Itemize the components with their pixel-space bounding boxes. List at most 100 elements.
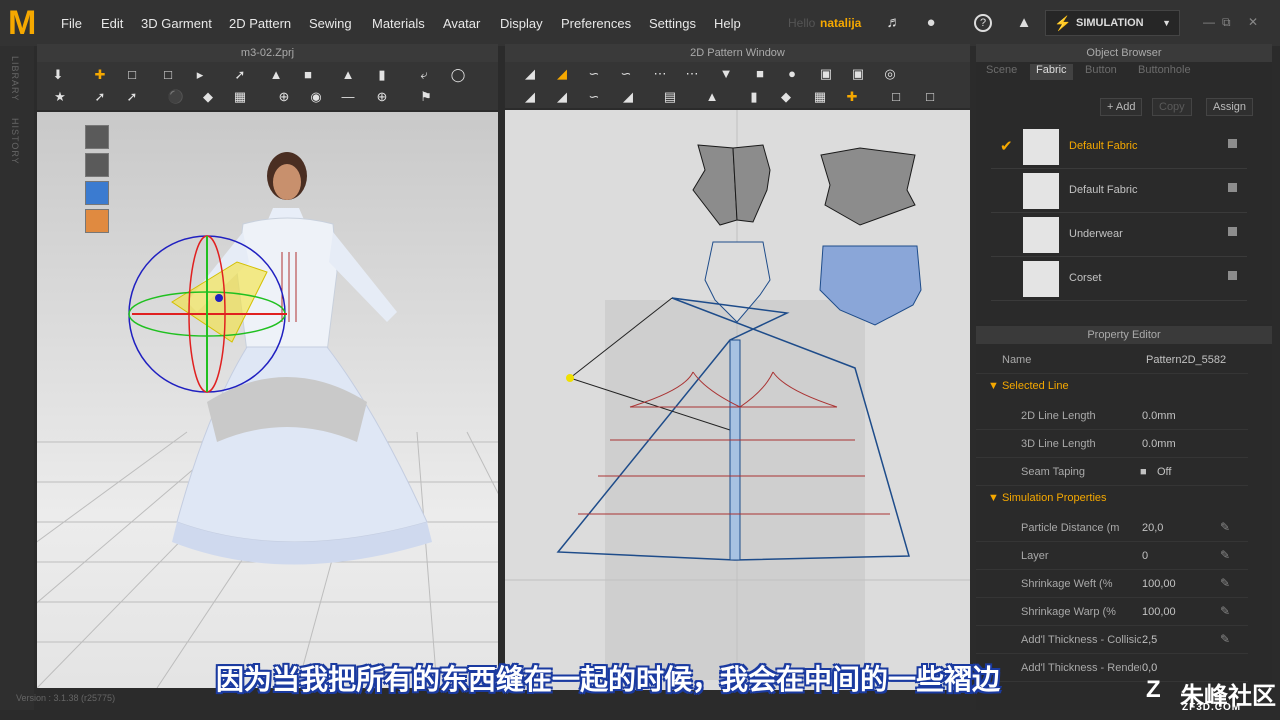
chevron-down-icon[interactable]: ▼ [1162,11,1171,35]
polygon-icon[interactable]: ▼ [717,65,735,83]
select-box-icon[interactable]: □ [123,66,141,84]
pin-icon[interactable]: ➚ [91,88,109,106]
gizmo-center[interactable] [215,294,223,302]
fabric-item[interactable]: Default Fabric [991,169,1247,213]
help-icon[interactable]: ? [974,14,992,32]
internal-polygon-icon[interactable]: ▣ [817,65,835,83]
zoom-box-icon[interactable]: □ [887,88,905,106]
selected-point[interactable] [566,374,574,382]
3d-viewport[interactable] [37,112,498,688]
user-icon[interactable]: ● [922,14,940,32]
assign-button[interactable]: Assign [1206,98,1254,116]
ruler-icon[interactable]: ➚ [123,88,141,106]
menu-3d-garment[interactable]: 3D Garment [141,16,212,31]
menu-avatar[interactable]: Avatar [443,16,480,31]
name-value[interactable]: Pattern2D_5582 [1146,354,1226,366]
tab-scene[interactable]: Scene [986,64,1017,80]
dart-icon[interactable]: ◢ [553,88,571,106]
brush-icon[interactable]: ▲ [267,66,285,84]
edit-icon[interactable]: ✎ [1220,604,1230,618]
property-value[interactable]: 100,00 [1142,606,1176,618]
tshirt-icon[interactable]: ▲ [1015,14,1033,32]
pleat-icon[interactable]: ∽ [585,88,603,106]
simulation-section[interactable]: ▼ Simulation Properties [988,492,1107,504]
fabric-item[interactable]: Corset [991,257,1247,301]
button-icon[interactable]: ◉ [307,88,325,106]
property-value[interactable]: 100,00 [1142,578,1176,590]
curve-point-icon[interactable]: ∽ [617,65,635,83]
simulation-button[interactable]: ⚡ SIMULATION ▼ [1045,10,1180,36]
fold-icon[interactable]: ▸ [191,66,209,84]
free-sewing-icon[interactable]: ▲ [703,88,721,106]
line-icon[interactable]: — [339,88,357,106]
menu-preferences[interactable]: Preferences [561,16,631,31]
edit-curve-icon[interactable]: ∽ [585,65,603,83]
copy-button[interactable]: Copy [1152,98,1192,116]
minimize-icon[interactable]: — [1203,15,1215,29]
tab-fabric[interactable]: Fabric [1030,64,1073,80]
zipper-icon[interactable]: ⊕ [373,88,391,106]
edit-pattern-icon[interactable]: ◢ [553,65,571,83]
button-add-icon[interactable]: ⊕ [275,88,293,106]
flag-icon[interactable]: ⚑ [417,88,435,106]
menu-2d-pattern[interactable]: 2D Pattern [229,16,291,31]
fabric-display-icon[interactable] [85,181,109,205]
segment-sewing-icon[interactable]: ▤ [661,88,679,106]
edit-icon[interactable]: ✎ [1220,576,1230,590]
circle-icon[interactable]: ● [783,65,801,83]
sewing-check-icon[interactable]: ▮ [745,88,763,106]
bodice-front-piece[interactable] [692,144,738,226]
edit-icon[interactable]: ✎ [1220,632,1230,646]
tape-icon[interactable]: ⤶ [415,66,433,84]
ring-icon[interactable]: ◯ [449,66,467,84]
lock-icon[interactable] [1228,227,1237,236]
avatar-display-icon[interactable] [85,209,109,233]
garment-visibility-icon[interactable] [85,125,109,149]
property-value[interactable]: 20,0 [1142,522,1163,534]
grid-icon[interactable]: ▦ [231,88,249,106]
lock-icon[interactable] [1228,139,1237,148]
selected-line-section[interactable]: ▼ Selected Line [988,380,1069,392]
menu-settings[interactable]: Settings [649,16,696,31]
menu-display[interactable]: Display [500,16,543,31]
fit-view-icon[interactable]: □ [921,88,939,106]
tack-icon[interactable]: ⚫ [167,88,185,106]
fabric-item[interactable]: Underwear [991,213,1247,257]
rectangle-icon[interactable]: ■ [751,65,769,83]
history-tab[interactable]: HISTORY [10,118,20,165]
bodice-back-piece[interactable] [820,147,916,226]
menu-edit[interactable]: Edit [101,16,123,31]
tab-button[interactable]: Button [1085,64,1117,80]
lock-icon[interactable] [1228,271,1237,280]
skirt-center-panel[interactable] [729,339,741,561]
menu-materials[interactable]: Materials [372,16,425,31]
library-tab[interactable]: LIBRARY [10,56,20,101]
property-value[interactable]: 0,0 [1142,662,1157,674]
transform-icon[interactable]: □ [159,66,177,84]
pin-line-icon[interactable]: ➚ [231,66,249,84]
internal-circle-icon[interactable]: ◎ [881,65,899,83]
trace-icon[interactable]: ◢ [521,88,539,106]
transform-pattern-icon[interactable]: ◢ [521,65,539,83]
seam-taping-checkbox[interactable]: ■ [1140,466,1147,478]
tab-buttonhole[interactable]: Buttonhole [1138,64,1191,80]
pin-pattern-icon[interactable]: ✚ [843,88,861,106]
garment-icon[interactable]: ▲ [339,66,357,84]
avatar-visibility-icon[interactable] [85,153,109,177]
maximize-icon[interactable]: ⧉ [1222,15,1231,30]
notch-icon[interactable]: ◢ [619,88,637,106]
stitch-icon[interactable]: ◆ [199,88,217,106]
stitch-pattern-icon[interactable]: ◆ [777,88,795,106]
2d-pattern-viewport[interactable] [505,110,970,690]
add-point-icon[interactable]: ⋯ [651,65,669,83]
user-name[interactable]: natalija [820,16,861,30]
cut-line-icon[interactable]: ⋯ [683,65,701,83]
speaker-icon[interactable]: ♬ [885,14,903,32]
internal-rectangle-icon[interactable]: ▣ [849,65,867,83]
down-arrow-icon[interactable]: ⬇ [49,66,67,84]
stamp-icon[interactable]: ■ [299,66,317,84]
property-value[interactable]: 0 [1142,550,1148,562]
fabric-item[interactable]: ✔ Default Fabric [991,125,1247,169]
lock-icon[interactable] [1228,183,1237,192]
menu-sewing[interactable]: Sewing [309,16,352,31]
